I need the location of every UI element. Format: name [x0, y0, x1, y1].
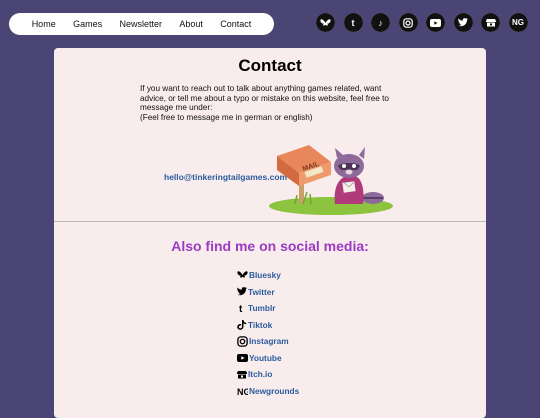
list-item: Twitter [237, 284, 299, 301]
intro-paragraph: If you want to reach out to talk about a… [140, 84, 389, 113]
nav-games[interactable]: Games [73, 19, 102, 29]
bluesky-icon [237, 271, 248, 278]
youtube-link[interactable]: Youtube [249, 353, 282, 363]
nav-home[interactable]: Home [32, 19, 56, 29]
newgrounds-icon: NG [237, 387, 248, 396]
list-item: Tiktok [237, 317, 299, 334]
tiktok-icon [237, 319, 247, 330]
section-divider [54, 221, 486, 222]
svg-text:NG: NG [237, 387, 248, 396]
list-item: Itch.io [237, 366, 299, 383]
bluesky-icon[interactable] [316, 13, 335, 32]
intro-language-note: (Feel free to message me in german or en… [140, 112, 313, 122]
social-links-list: Bluesky Twitter t Tumblr Tiktok Instagra… [237, 267, 299, 399]
twitter-icon [237, 287, 247, 296]
nav-contact[interactable]: Contact [220, 19, 251, 29]
twitter-icon[interactable] [453, 13, 473, 32]
tumblr-icon: t [239, 304, 243, 313]
itchio-icon [237, 370, 247, 379]
tiktok-icon[interactable]: ♪ [371, 13, 390, 32]
list-item: Youtube [237, 350, 299, 367]
list-item: Bluesky [237, 267, 299, 284]
instagram-link[interactable]: Instagram [249, 336, 289, 346]
list-item: Instagram [237, 333, 299, 350]
twitter-link[interactable]: Twitter [248, 287, 275, 297]
page-title: Contact [238, 56, 302, 75]
intro-text: If you want to reach out to talk about a… [140, 84, 404, 122]
instagram-icon[interactable] [398, 13, 418, 32]
newgrounds-icon[interactable]: NG [508, 13, 528, 32]
youtube-icon[interactable] [426, 13, 445, 32]
tiktok-link[interactable]: Tiktok [248, 320, 272, 330]
bluesky-link[interactable]: Bluesky [249, 270, 281, 280]
tumblr-icon[interactable]: t [343, 13, 363, 32]
mailbox-raccoon-illustration: MAIL [269, 145, 393, 215]
itchio-link[interactable]: Itch.io [248, 369, 272, 379]
contact-card: Contact If you want to reach out to talk… [54, 48, 486, 418]
header-social-links: t ♪ NG [316, 13, 528, 32]
list-item: t Tumblr [237, 300, 299, 317]
newgrounds-link[interactable]: Newgrounds [249, 386, 299, 396]
nav-newsletter[interactable]: Newsletter [119, 19, 162, 29]
social-heading: Also find me on social media: [171, 238, 369, 254]
svg-text:t: t [239, 304, 243, 313]
main-nav: Home Games Newsletter About Contact [9, 13, 274, 35]
tumblr-link[interactable]: Tumblr [248, 303, 276, 313]
list-item: NG Newgrounds [237, 383, 299, 400]
instagram-icon [237, 335, 248, 347]
nav-about[interactable]: About [179, 19, 203, 29]
itchio-icon[interactable] [481, 13, 500, 32]
youtube-icon [237, 353, 248, 362]
